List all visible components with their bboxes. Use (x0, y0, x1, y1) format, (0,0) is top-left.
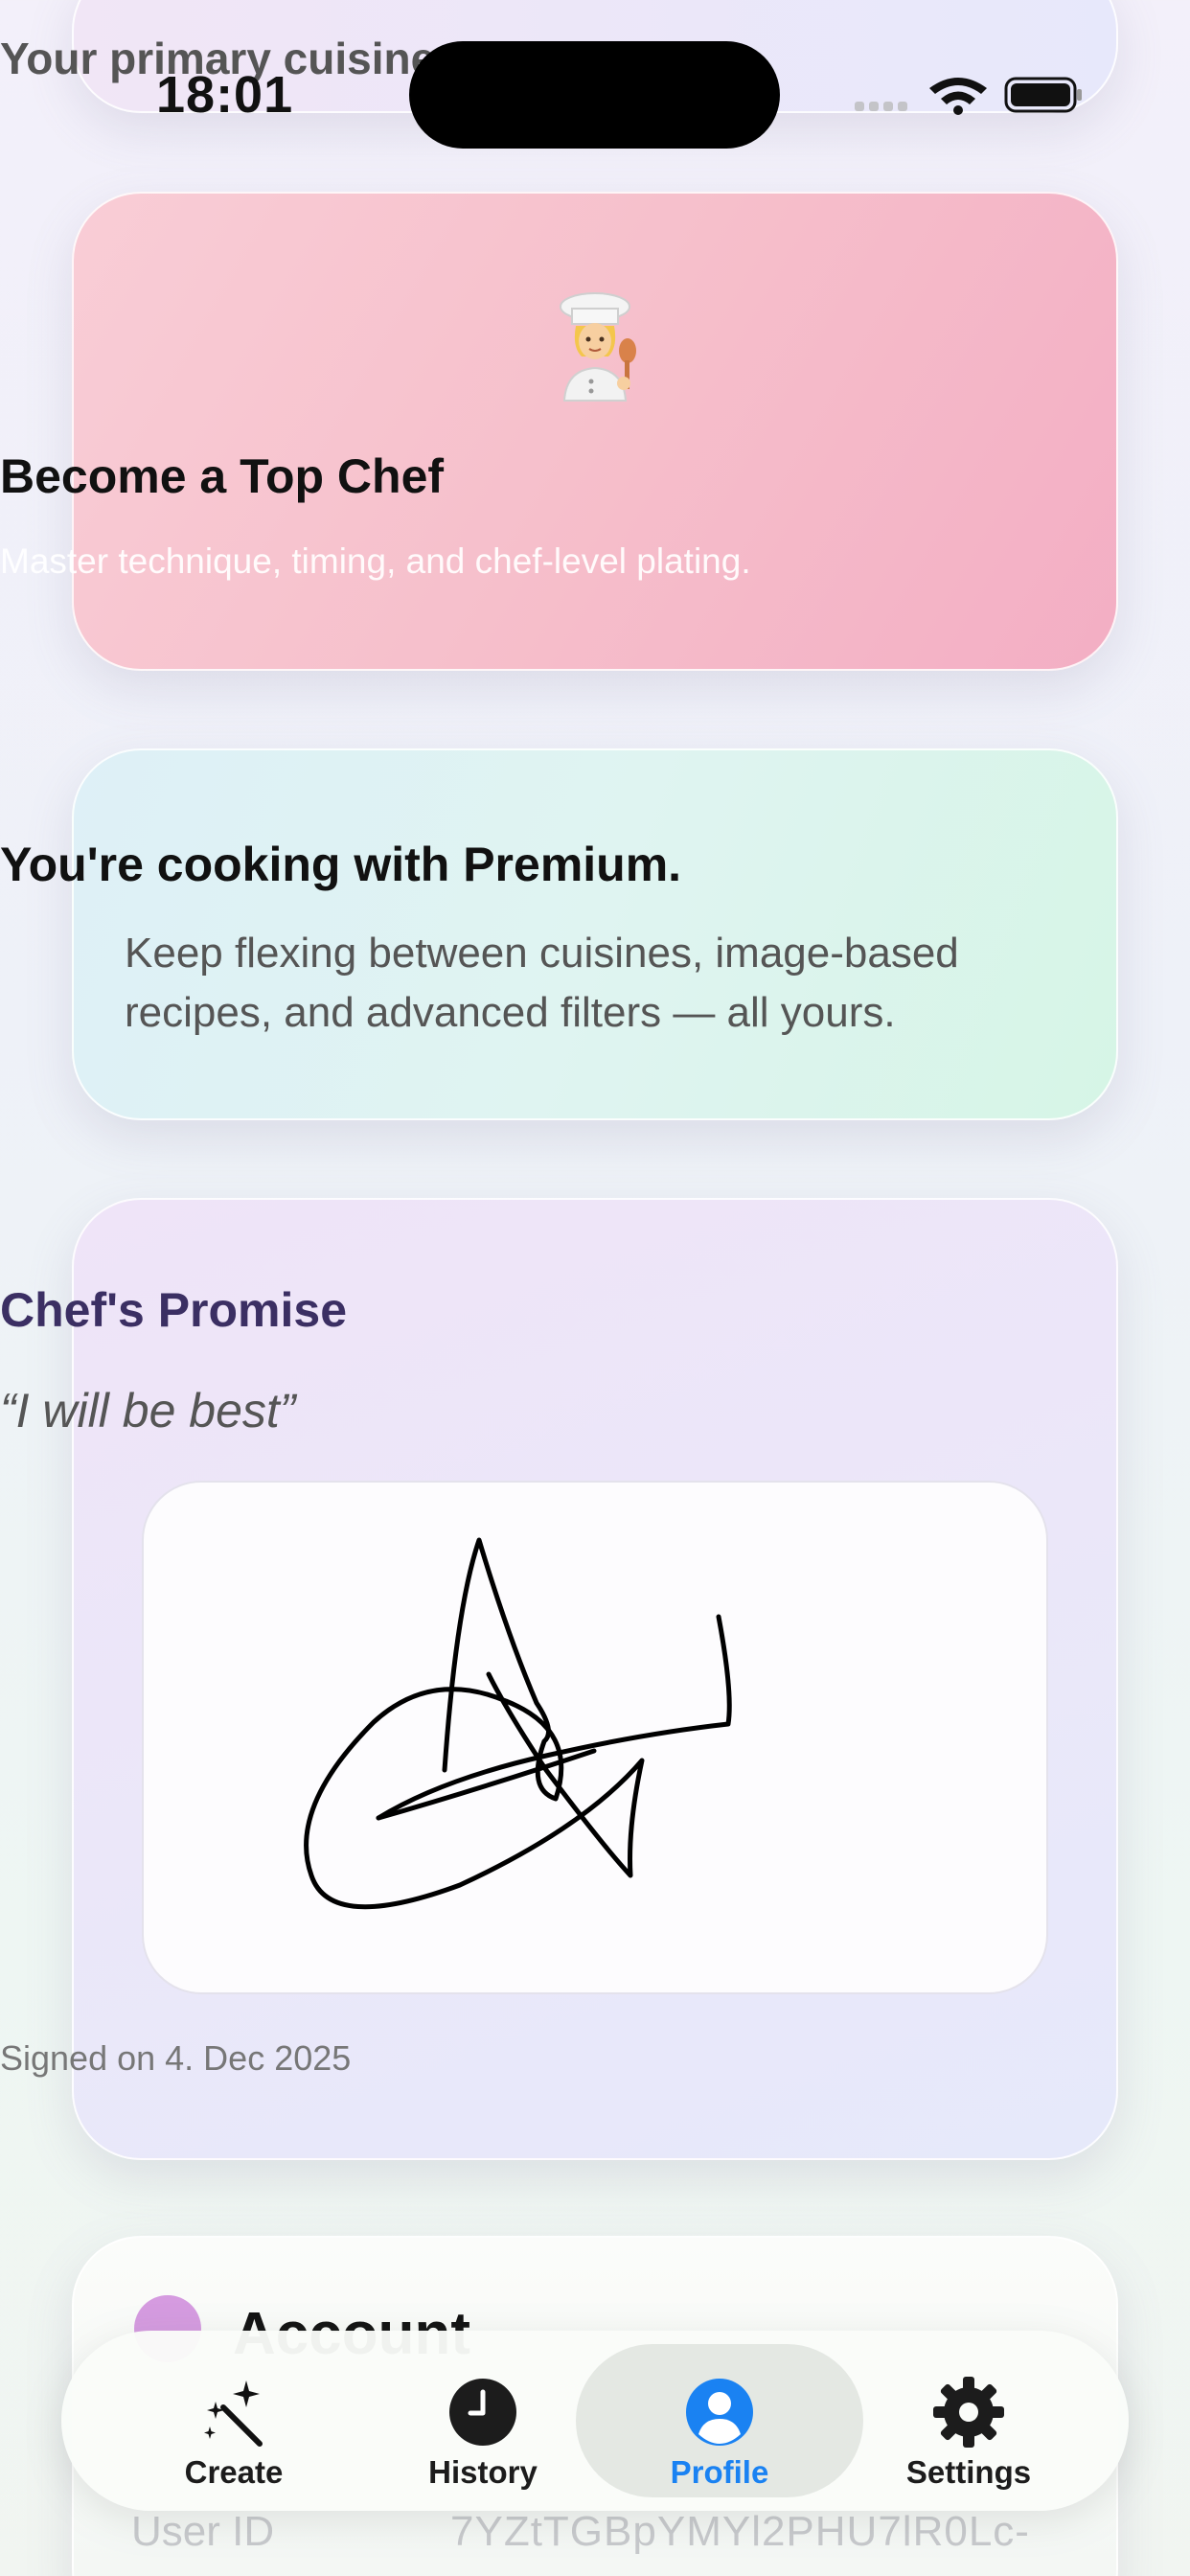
top-chef-title: Become a Top Chef (0, 449, 445, 503)
tab-settings-label: Settings (905, 2454, 1032, 2490)
tab-create-label: Create (184, 2454, 284, 2490)
signed-date: Signed on 4. Dec 2025 (0, 2038, 352, 2078)
tab-settings[interactable]: Settings (825, 2344, 1112, 2497)
tab-profile-label: Profile (670, 2454, 769, 2490)
promise-quote: “I will be best” (0, 1384, 296, 1438)
battery-icon (1004, 77, 1082, 113)
clock-icon (449, 2379, 516, 2446)
cellular-signal-icon (855, 102, 907, 111)
wifi-icon (929, 78, 987, 115)
tab-create[interactable]: Create (90, 2344, 378, 2497)
user-id-label: User ID (131, 2508, 275, 2555)
status-icons (855, 77, 1082, 115)
gear-icon (933, 2377, 1004, 2448)
premium-title: You're cooking with Premium. (0, 838, 682, 891)
person-icon (686, 2379, 753, 2446)
user-id-value[interactable]: 7YZtTGBpYMYl2PHU7lR0Lc- (450, 2508, 1030, 2556)
status-time: 18:01 (156, 66, 294, 124)
top-chef-card[interactable] (72, 192, 1118, 671)
magic-wand-icon (204, 2380, 263, 2447)
signature-drawing (304, 1537, 732, 1910)
tab-profile[interactable]: Profile (576, 2344, 863, 2497)
top-chef-subtitle: Master technique, timing, and chef-level… (0, 541, 751, 581)
signature-box (142, 1481, 1048, 1994)
tab-bar: Create History Profile Settings (61, 2331, 1129, 2511)
chef-emoji-icon (560, 292, 636, 402)
premium-description: Keep flexing between cuisines, image-bas… (125, 930, 959, 1036)
dynamic-island (409, 41, 780, 149)
promise-title: Chef's Promise (0, 1283, 348, 1337)
